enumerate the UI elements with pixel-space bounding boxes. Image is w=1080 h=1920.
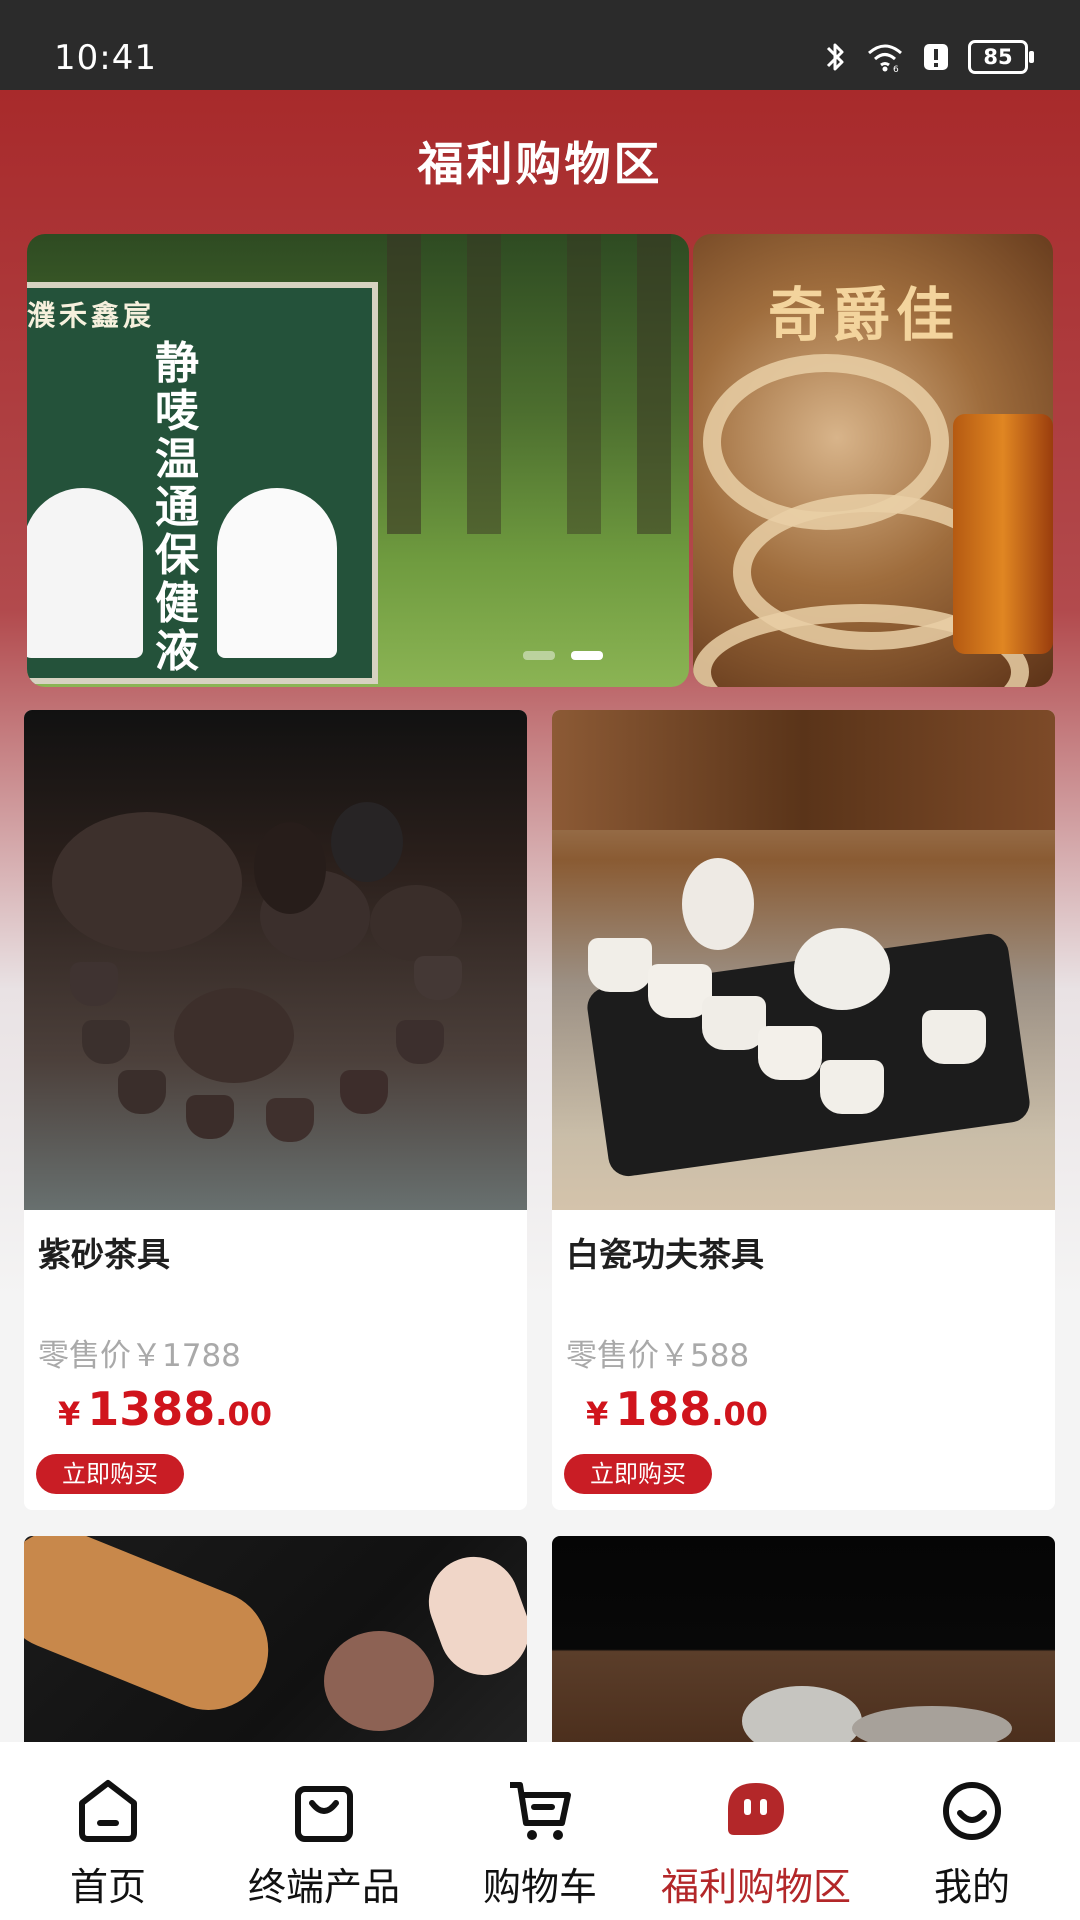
price-integer: 188 xyxy=(615,1382,712,1436)
product-image[interactable] xyxy=(24,710,527,1210)
tab-label: 我的 xyxy=(933,1865,1010,1909)
price-integer: 1388 xyxy=(87,1382,216,1436)
product-name: 白瓷功夫茶具 xyxy=(566,1235,764,1274)
price-decimal: .00 xyxy=(215,1395,272,1433)
product-name: 紫砂茶具 xyxy=(38,1235,170,1274)
tab-label: 首页 xyxy=(69,1865,146,1909)
banner-slide-main[interactable]: 濮禾鑫宸 静唛温通保健液 xyxy=(27,234,689,687)
product-card-partial[interactable] xyxy=(24,1536,527,1742)
tab-cart[interactable]: 购物车 xyxy=(440,1742,640,1920)
tab-home[interactable]: 首页 xyxy=(8,1742,208,1920)
bottom-tab-bar: 首页 终端产品 购物车 福利购物区 我的 xyxy=(0,1742,1080,1920)
tab-terminal-products[interactable]: 终端产品 xyxy=(224,1742,424,1920)
price-symbol: ¥ xyxy=(58,1395,81,1433)
alert-icon xyxy=(924,44,948,70)
product-image[interactable] xyxy=(552,710,1055,1210)
welfare-chat-icon xyxy=(728,1783,784,1835)
wifi-icon: 6 xyxy=(868,44,902,73)
cart-icon xyxy=(510,1782,571,1840)
banner-brand: 濮禾鑫宸 xyxy=(27,299,156,332)
banner-dot-2[interactable] xyxy=(571,651,603,660)
tab-label: 福利购物区 xyxy=(660,1865,851,1909)
buy-now-button[interactable]: 立即购买 xyxy=(564,1454,712,1494)
status-bar: 10:41 6 85 xyxy=(0,0,1080,90)
sale-price: ¥188.00 xyxy=(586,1382,768,1436)
shopping-bag-icon xyxy=(295,1786,353,1842)
buy-now-button[interactable]: 立即购买 xyxy=(36,1454,184,1494)
banner-slide-side[interactable]: 奇爵佳 xyxy=(693,234,1053,687)
profile-smile-icon xyxy=(943,1782,1001,1840)
banner-carousel[interactable]: 濮禾鑫宸 静唛温通保健液 奇爵佳 xyxy=(27,234,1053,687)
home-icon xyxy=(79,1780,137,1842)
tab-label: 终端产品 xyxy=(247,1865,400,1909)
svg-text:6: 6 xyxy=(893,65,899,73)
product-card[interactable]: 紫砂茶具 零售价￥1788 ¥1388.00 立即购买 xyxy=(24,710,527,1510)
tab-profile[interactable]: 我的 xyxy=(872,1742,1072,1920)
battery-icon: 85 xyxy=(968,40,1034,74)
banner-product-name: 静唛温通保健液 xyxy=(155,338,199,677)
status-icons: 6 85 xyxy=(822,40,1034,74)
price-symbol: ¥ xyxy=(586,1395,609,1433)
banner-dot-1[interactable] xyxy=(523,651,555,660)
tab-label: 购物车 xyxy=(482,1865,597,1909)
bluetooth-icon xyxy=(826,43,844,71)
product-box-image: 濮禾鑫宸 静唛温通保健液 xyxy=(27,282,378,684)
sale-price: ¥1388.00 xyxy=(58,1382,272,1436)
product-card[interactable]: 白瓷功夫茶具 零售价￥588 ¥188.00 立即购买 xyxy=(552,710,1055,1510)
banner-pagination xyxy=(523,651,603,660)
page-title: 福利购物区 xyxy=(417,137,663,191)
retail-price: 零售价￥1788 xyxy=(38,1338,241,1374)
product-card-partial[interactable] xyxy=(552,1536,1055,1742)
tab-welfare-shopping[interactable]: 福利购物区 xyxy=(656,1742,856,1920)
price-decimal: .00 xyxy=(711,1395,768,1433)
banner-side-brand: 奇爵佳 xyxy=(768,281,961,349)
retail-price: 零售价￥588 xyxy=(566,1338,750,1374)
status-time: 10:41 xyxy=(54,38,157,78)
